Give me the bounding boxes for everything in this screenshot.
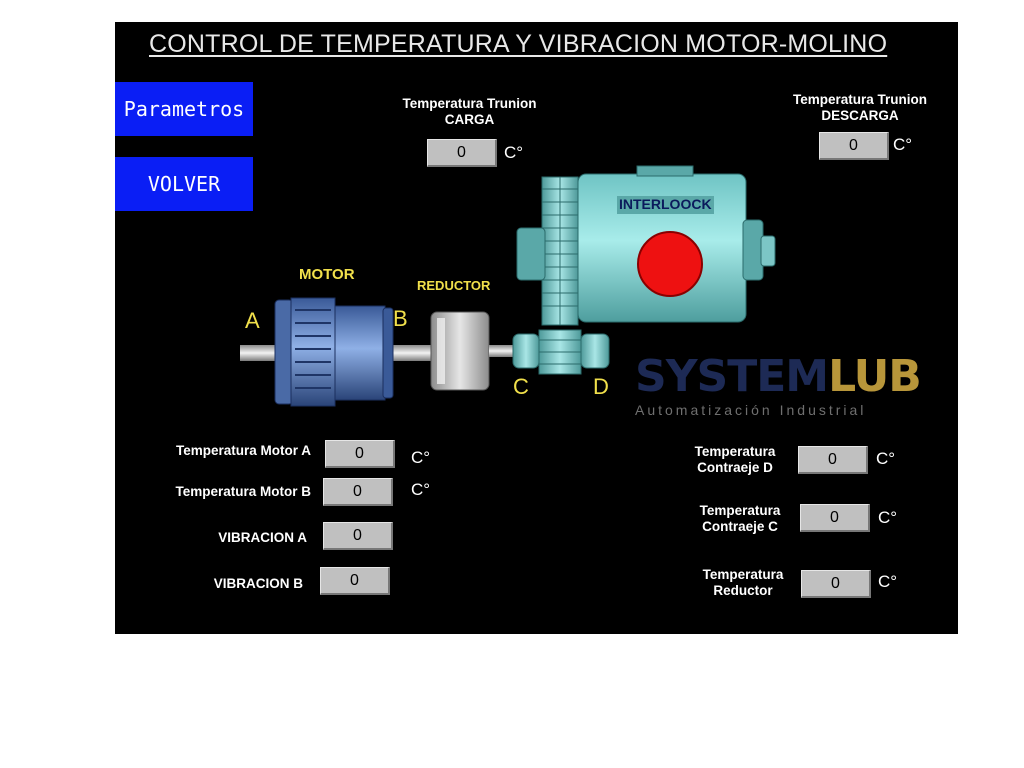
- brand-name: SYSTEMLUB: [635, 351, 922, 402]
- systemlub-watermark: SYSTEMLUB Automatización Industrial: [635, 351, 935, 419]
- temp-motor-a-label: Temperatura Motor A: [175, 443, 311, 458]
- point-b-label: B: [393, 306, 408, 331]
- temp-motor-b-unit: C°: [411, 480, 431, 499]
- reductor-label: REDUCTOR: [417, 278, 491, 293]
- coupling-c-icon: [512, 333, 540, 369]
- temp-motor-a-value: 0: [325, 440, 395, 468]
- interlock-label-text: INTERLOOCK: [619, 196, 712, 212]
- hmi-screen: CONTROL DE TEMPERATURA Y VIBRACION MOTOR…: [115, 22, 958, 634]
- interlock-label: INTERLOOCK: [617, 196, 714, 214]
- temp-contraeje-c-label: Temperatura Contraeje C: [680, 503, 800, 535]
- vibracion-b-value: 0: [320, 567, 390, 595]
- vibracion-a-value: 0: [323, 522, 393, 550]
- temp-reductor-label: Temperatura Reductor: [683, 567, 803, 599]
- vibracion-a-label: VIBRACION A: [218, 530, 307, 545]
- temp-contraeje-d-label-line1: Temperatura: [694, 444, 776, 459]
- point-a-label: A: [245, 308, 260, 333]
- interlock-indicator: [637, 231, 703, 297]
- point-d-label: D: [593, 374, 609, 399]
- temp-reductor-value: 0: [801, 570, 871, 598]
- temp-contraeje-d-unit: C°: [876, 449, 896, 468]
- motor-icon: [274, 297, 394, 407]
- temp-contraeje-c-unit: C°: [878, 508, 898, 527]
- temp-contraeje-d-label-line2: Contraeje D: [697, 460, 773, 475]
- brand-tagline: Automatización Industrial: [635, 402, 867, 418]
- temp-motor-b-value: 0: [323, 478, 393, 506]
- reductor-icon: [430, 311, 525, 391]
- pinion-gear-icon: [538, 329, 582, 375]
- temp-contraeje-d-value: 0: [798, 446, 868, 474]
- vibracion-b-label: VIBRACION B: [213, 576, 303, 591]
- temp-motor-b-label: Temperatura Motor B: [175, 484, 311, 499]
- coupling-d-icon: [580, 333, 610, 369]
- girth-gear-icon: [541, 176, 579, 326]
- point-c-label: C: [513, 374, 529, 399]
- temp-reductor-unit: C°: [878, 572, 898, 591]
- temp-reductor-label-line2: Reductor: [713, 583, 773, 598]
- temp-reductor-label-line1: Temperatura: [702, 567, 784, 582]
- temp-contraeje-c-label-line2: Contraeje C: [702, 519, 778, 534]
- temp-contraeje-c-label-line1: Temperatura: [699, 503, 781, 518]
- temp-contraeje-d-label: Temperatura Contraeje D: [675, 444, 795, 476]
- temp-contraeje-c-value: 0: [800, 504, 870, 532]
- motor-label: MOTOR: [299, 266, 355, 283]
- temp-motor-a-unit: C°: [411, 448, 431, 467]
